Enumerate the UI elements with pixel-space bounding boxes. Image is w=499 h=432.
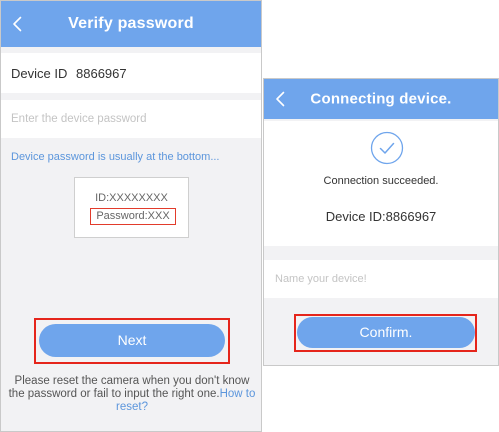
device-name-input[interactable] bbox=[264, 260, 498, 298]
device-id-text: Device ID:8866967 bbox=[325, 209, 437, 224]
label-id-text: ID:XXXXXXXX bbox=[95, 192, 168, 204]
password-row bbox=[1, 100, 261, 138]
connection-status-panel: Connection succeeded. Device ID:8866967 bbox=[264, 121, 498, 246]
connecting-device-screen: Connecting device. Connection succeeded.… bbox=[263, 78, 499, 366]
device-name-row bbox=[264, 260, 498, 298]
device-id-row: Device ID 8866967 bbox=[1, 53, 261, 93]
check-circle-icon bbox=[370, 131, 404, 165]
device-id-value: 8866967 bbox=[76, 66, 127, 81]
confirm-button[interactable]: Confirm. bbox=[297, 317, 475, 348]
device-id-label: Device ID bbox=[11, 66, 68, 81]
reset-help-message: Please reset the camera when you don't k… bbox=[8, 375, 250, 400]
next-button[interactable]: Next bbox=[39, 324, 225, 357]
connection-status-text: Connection succeeded. bbox=[323, 175, 439, 187]
device-password-input[interactable] bbox=[1, 100, 261, 138]
password-hint-link[interactable]: Device password is usually at the bottom… bbox=[11, 151, 219, 163]
header-bar: Verify password bbox=[1, 1, 261, 47]
device-label-illustration: ID:XXXXXXXX Password:XXX bbox=[74, 177, 189, 238]
label-password-text: Password:XXX bbox=[90, 208, 176, 225]
verify-password-screen: Verify password Device ID 8866967 Device… bbox=[0, 0, 262, 432]
header-bar: Connecting device. bbox=[264, 79, 498, 119]
page-title: Connecting device. bbox=[310, 90, 452, 108]
page-title: Verify password bbox=[68, 15, 194, 32]
reset-help-text: Please reset the camera when you don't k… bbox=[7, 375, 257, 414]
